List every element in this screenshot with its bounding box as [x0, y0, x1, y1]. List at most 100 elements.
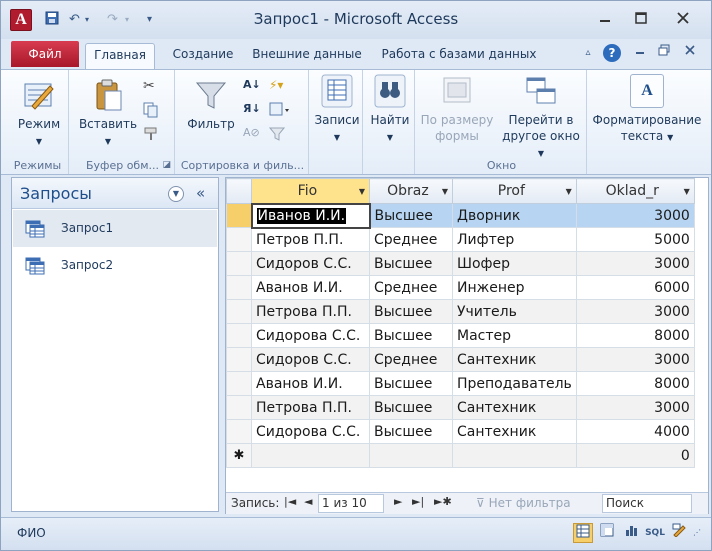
- cell-fio[interactable]: Петрова П.П.: [251, 395, 370, 420]
- minimize-button[interactable]: [589, 7, 621, 31]
- cell-obraz[interactable]: Высшее: [369, 299, 453, 324]
- nav-menu-dropdown-icon[interactable]: ▼: [168, 186, 184, 202]
- sort-descending-icon[interactable]: Я↓: [243, 102, 261, 120]
- cell-fio[interactable]: Петров П.П.: [251, 227, 370, 252]
- find-button[interactable]: Найти ▼: [367, 74, 413, 146]
- cell-obraz[interactable]: Высшее: [369, 419, 453, 444]
- table-row[interactable]: Сидорова С.С. Высшее Сантехник 4000: [226, 419, 695, 444]
- cell-prof[interactable]: Мастер: [452, 323, 577, 348]
- cell-oklad[interactable]: 6000: [575, 275, 695, 300]
- table-row[interactable]: Петрова П.П. Высшее Учитель 3000: [226, 299, 695, 324]
- help-icon[interactable]: ?: [603, 44, 621, 62]
- tab-external-data[interactable]: Внешние данные: [249, 43, 365, 69]
- cell-oklad[interactable]: 8000: [575, 323, 695, 348]
- save-icon[interactable]: [45, 11, 59, 29]
- paste-button[interactable]: Вставить ▼: [75, 78, 141, 150]
- records-button[interactable]: Записи ▼: [313, 74, 361, 146]
- last-record-icon[interactable]: ►|: [412, 495, 424, 508]
- next-record-icon[interactable]: ►: [394, 495, 402, 508]
- cell-prof[interactable]: Учитель: [452, 299, 577, 324]
- row-selector[interactable]: [226, 323, 252, 348]
- filter-button[interactable]: Фильтр: [181, 78, 241, 132]
- nav-item-query1[interactable]: Запрос1: [13, 210, 217, 247]
- pivot-table-view-icon[interactable]: [597, 523, 617, 543]
- tab-file[interactable]: Файл: [11, 41, 79, 67]
- cell-obraz[interactable]: Высшее: [369, 323, 453, 348]
- column-header-fio[interactable]: Fio ▼: [251, 178, 370, 204]
- table-row[interactable]: Сидоров С.С. Высшее Шофер 3000: [226, 251, 695, 276]
- column-header-obraz[interactable]: Obraz ▼: [369, 178, 453, 204]
- new-record-row[interactable]: ✱ 0: [226, 443, 695, 468]
- redo-dropdown-icon[interactable]: ▾: [125, 11, 129, 29]
- table-row[interactable]: Петров П.П. Среднее Лифтер 5000: [226, 227, 695, 252]
- row-selector[interactable]: [226, 299, 252, 324]
- row-selector[interactable]: [226, 227, 252, 252]
- record-position-input[interactable]: 1 из 10: [318, 494, 384, 513]
- cell-prof[interactable]: Шофер: [452, 251, 577, 276]
- sql-view-icon[interactable]: SQL: [643, 523, 667, 543]
- doc-close-icon[interactable]: [681, 44, 699, 62]
- table-row[interactable]: Сидорова С.С. Высшее Мастер 8000: [226, 323, 695, 348]
- cell-obraz[interactable]: [369, 443, 453, 468]
- datasheet-view-icon[interactable]: [573, 523, 593, 543]
- table-row[interactable]: Петрова П.П. Высшее Сантехник 3000: [226, 395, 695, 420]
- new-record-icon[interactable]: ►✱: [434, 495, 452, 508]
- cell-fio[interactable]: Сидорова С.С.: [251, 323, 370, 348]
- column-filter-dropdown-icon[interactable]: ▼: [442, 187, 448, 196]
- row-selector[interactable]: [226, 251, 252, 276]
- table-row[interactable]: Сидоров С.С. Среднее Сантехник 3000: [226, 347, 695, 372]
- maximize-button[interactable]: [625, 7, 657, 31]
- cell-obraz[interactable]: Среднее: [369, 227, 453, 252]
- row-selector[interactable]: [226, 371, 252, 396]
- row-selector[interactable]: [226, 395, 252, 420]
- cell-prof[interactable]: Дворник: [452, 203, 577, 228]
- column-filter-dropdown-icon[interactable]: ▼: [566, 187, 572, 196]
- cell-fio[interactable]: Иванов И.И.: [250, 202, 371, 229]
- cell-oklad[interactable]: 4000: [575, 419, 695, 444]
- first-record-icon[interactable]: |◄: [284, 495, 296, 508]
- cell-prof[interactable]: Лифтер: [452, 227, 577, 252]
- view-mode-button[interactable]: Режим ▼: [11, 78, 67, 150]
- cell-oklad[interactable]: 8000: [575, 371, 695, 396]
- clipboard-launcher-icon[interactable]: ◪: [162, 160, 171, 170]
- row-selector[interactable]: [226, 275, 252, 300]
- cell-obraz[interactable]: Среднее: [369, 275, 453, 300]
- cell-prof[interactable]: [452, 443, 577, 468]
- cell-prof[interactable]: Преподаватель: [452, 371, 577, 396]
- select-all-corner[interactable]: [226, 178, 252, 204]
- doc-restore-icon[interactable]: [655, 44, 673, 62]
- switch-windows-button[interactable]: Перейти в другое окно ▼: [499, 74, 583, 162]
- cell-obraz[interactable]: Высшее: [369, 395, 453, 420]
- cell-prof[interactable]: Инженер: [452, 275, 577, 300]
- size-to-fit-form-button[interactable]: По размеру формы: [419, 74, 495, 144]
- column-filter-dropdown-icon[interactable]: ▼: [684, 187, 690, 196]
- cell-fio[interactable]: [251, 443, 370, 468]
- doc-minimize-icon[interactable]: [631, 44, 649, 62]
- cell-obraz[interactable]: Высшее: [369, 371, 453, 396]
- undo-dropdown-icon[interactable]: ▾: [85, 11, 89, 29]
- cut-icon[interactable]: ✂: [143, 78, 161, 96]
- nav-collapse-icon[interactable]: «: [196, 184, 205, 202]
- selection-filter-icon[interactable]: ⚡▾: [269, 78, 287, 96]
- cell-fio[interactable]: Аванов И.И.: [251, 371, 370, 396]
- cell-oklad[interactable]: 0: [575, 443, 695, 468]
- text-formatting-button[interactable]: A Форматирование текста ▼: [591, 74, 703, 146]
- cell-prof[interactable]: Сантехник: [452, 395, 577, 420]
- tab-home[interactable]: Главная: [85, 43, 155, 69]
- sort-ascending-icon[interactable]: A↓: [243, 78, 261, 96]
- access-app-icon[interactable]: A: [10, 9, 32, 31]
- cell-oklad[interactable]: 3000: [575, 395, 695, 420]
- resize-grip-icon[interactable]: ⋰: [691, 523, 703, 543]
- column-header-prof[interactable]: Prof ▼: [452, 178, 577, 204]
- copy-icon[interactable]: [143, 102, 161, 120]
- close-button[interactable]: [667, 7, 699, 31]
- table-row[interactable]: Иванов И.И. Высшее Дворник 3000: [226, 202, 695, 229]
- format-painter-icon[interactable]: [143, 126, 161, 144]
- cell-prof[interactable]: Сантехник: [452, 419, 577, 444]
- customize-qat-icon[interactable]: ▾: [147, 11, 152, 29]
- table-row[interactable]: Аванов И.И. Среднее Инженер 6000: [226, 275, 695, 300]
- cell-oklad[interactable]: 3000: [575, 299, 695, 324]
- row-selector[interactable]: [226, 347, 252, 372]
- design-view-icon[interactable]: [669, 523, 689, 543]
- tab-database-tools[interactable]: Работа с базами данных: [377, 43, 541, 69]
